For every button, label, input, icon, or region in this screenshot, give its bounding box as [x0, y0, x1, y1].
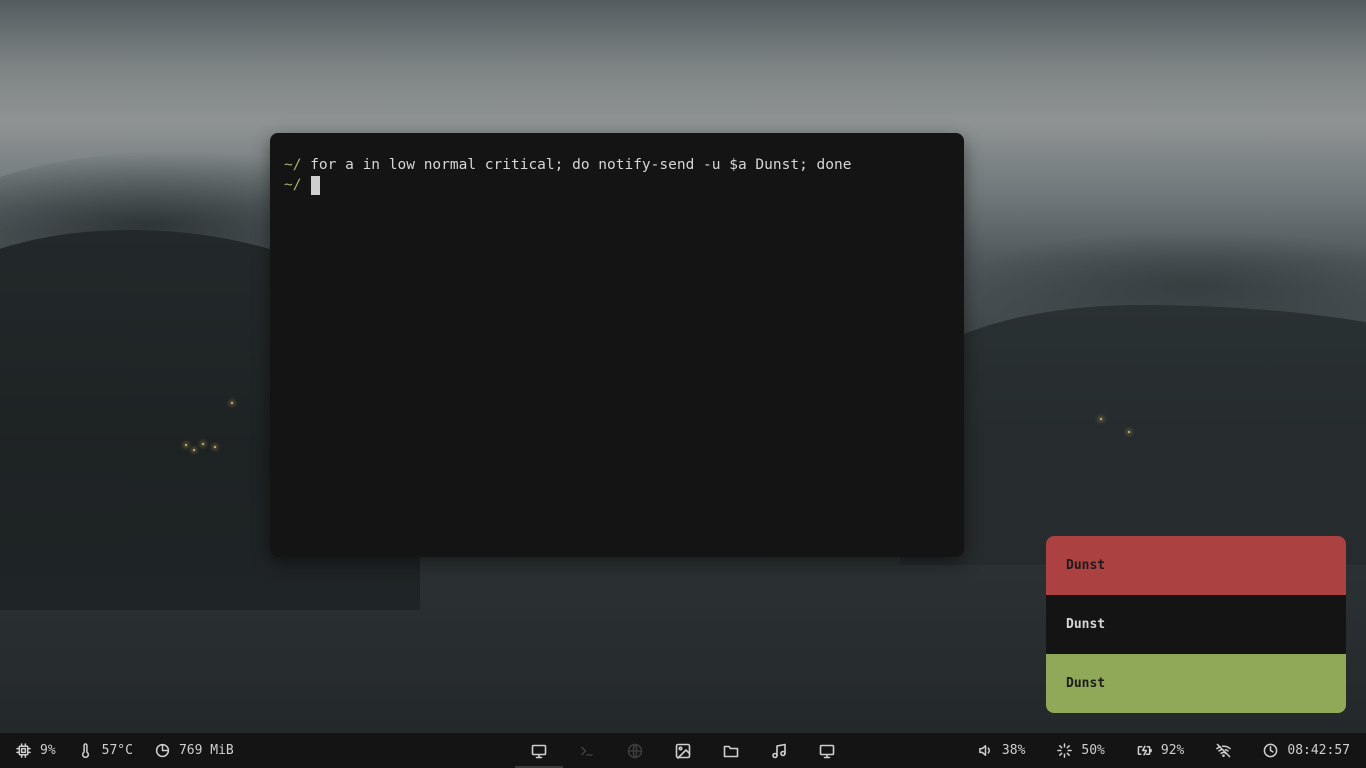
thermometer-icon	[81, 743, 89, 758]
terminal-prompt: ~/	[284, 177, 302, 193]
wallpaper-light	[1128, 431, 1130, 433]
clock-icon	[1264, 743, 1278, 758]
monitor-icon	[819, 744, 835, 758]
wallpaper-hill	[900, 305, 1366, 565]
volume-value: 38%	[1001, 743, 1026, 758]
terminal-window[interactable]: ~/ for a in low normal critical; do noti…	[270, 133, 964, 557]
notification-low[interactable]: Dunst	[1046, 654, 1346, 713]
temperature-value: 57°C	[101, 743, 133, 758]
memory-pie-icon	[155, 743, 170, 758]
temperature-module[interactable]: 57°C	[78, 733, 133, 768]
workspace-4[interactable]	[659, 733, 707, 768]
cpu-icon	[16, 743, 31, 758]
workspace-6[interactable]	[755, 733, 803, 768]
status-bar-right: 38% 50% 92% 08:42:57	[946, 733, 1350, 768]
notification-critical[interactable]: Dunst	[1046, 536, 1346, 595]
battery-charging-icon	[1137, 745, 1152, 756]
terminal-command: for a in low normal critical; do notify-…	[310, 157, 852, 173]
image-icon	[675, 743, 691, 759]
cpu-module[interactable]: 9%	[16, 733, 56, 768]
clock-value: 08:42:57	[1287, 743, 1350, 758]
wifi-off-icon	[1216, 743, 1232, 758]
clock-module[interactable]: 08:42:57	[1263, 733, 1350, 768]
battery-module[interactable]: 92%	[1137, 733, 1184, 768]
notification-text: Dunst	[1066, 676, 1106, 691]
notification-normal[interactable]: Dunst	[1046, 595, 1346, 654]
workspace-switcher	[515, 733, 851, 768]
wallpaper-light	[185, 444, 187, 446]
memory-value: 769 MiB	[178, 743, 234, 758]
terminal-cursor	[311, 175, 321, 195]
brightness-icon	[1057, 743, 1073, 758]
workspace-1[interactable]	[515, 733, 563, 768]
wallpaper-light	[193, 449, 195, 451]
terminal-line: ~/ for a in low normal critical; do noti…	[284, 155, 950, 175]
folder-icon	[723, 745, 739, 757]
globe-icon	[627, 743, 643, 758]
notification-text: Dunst	[1066, 617, 1106, 632]
status-bar: 9% 57°C 769 MiB 38% 50% 92% 08:42:57	[0, 733, 1366, 768]
terminal-icon	[581, 746, 593, 756]
workspace-2[interactable]	[563, 733, 611, 768]
notification-text: Dunst	[1066, 558, 1106, 573]
workspace-5[interactable]	[707, 733, 755, 768]
brightness-module[interactable]: 50%	[1057, 733, 1105, 768]
monitor-icon	[531, 744, 547, 758]
wallpaper-light	[214, 446, 216, 448]
wallpaper-light	[1100, 418, 1102, 420]
volume-module[interactable]: 38%	[978, 733, 1025, 768]
terminal-line[interactable]: ~/	[284, 175, 950, 195]
workspace-3[interactable]	[611, 733, 659, 768]
battery-value: 92%	[1160, 743, 1185, 758]
status-bar-left: 9% 57°C 769 MiB	[16, 733, 256, 768]
wallpaper-light	[231, 402, 233, 404]
cpu-value: 9%	[40, 743, 56, 758]
wallpaper-light	[202, 443, 204, 445]
music-icon	[772, 743, 786, 758]
workspace-7[interactable]	[803, 733, 851, 768]
network-module[interactable]	[1216, 733, 1232, 768]
memory-module[interactable]: 769 MiB	[155, 733, 234, 768]
brightness-value: 50%	[1081, 743, 1105, 758]
volume-icon	[979, 745, 990, 756]
notification-stack: Dunst Dunst Dunst	[1046, 536, 1346, 713]
terminal-prompt: ~/	[284, 157, 302, 173]
